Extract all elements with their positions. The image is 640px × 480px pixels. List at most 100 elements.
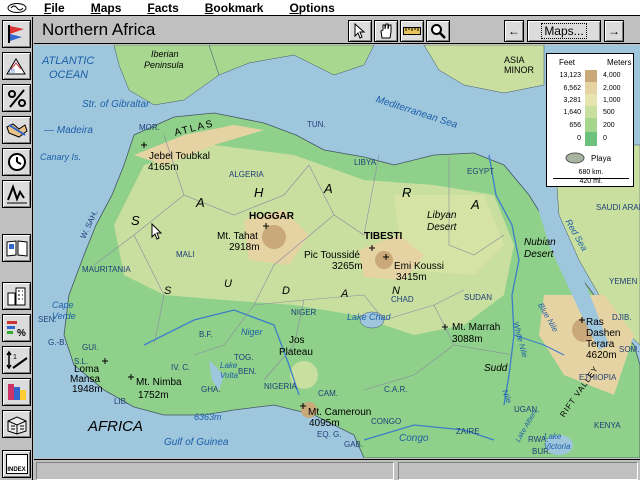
asia-label: ASIA (504, 55, 525, 65)
legend-feet-2: 3,281 (563, 97, 581, 104)
legend-feet-4: 656 (569, 122, 581, 129)
car-label: C.A.R. (384, 385, 408, 394)
libyan-label: Libyan (427, 210, 457, 221)
yemen-label: YEMEN (609, 277, 638, 286)
people-button[interactable] (2, 378, 31, 406)
signature-tool-button[interactable] (2, 180, 31, 208)
ras-height: 4620m (586, 350, 617, 361)
guinea-bissau-label: G.-B. (48, 338, 67, 347)
cameroun-height: 4095m (309, 418, 340, 429)
handshake-tool-icon (5, 123, 28, 138)
lake-victoria-label: Lake (544, 432, 562, 441)
loma-height: 1948m (72, 384, 103, 395)
menu-options[interactable]: Options (289, 1, 334, 15)
svg-text:1: 1 (13, 354, 17, 361)
map-canvas[interactable]: ATLANTIC OCEAN Iberian Peninsula Str. of… (34, 45, 640, 458)
elevation-color-scale (585, 70, 597, 146)
handshake-tool-button[interactable] (2, 116, 31, 144)
liberia-label: LIB. (114, 397, 129, 406)
ruler-tool-button[interactable] (400, 20, 424, 42)
cameroon-label: CAM. (318, 389, 338, 398)
gibraltar-label: Str. of Gibraltar (82, 99, 150, 110)
ghana-label: GHA. (201, 385, 221, 394)
clock-tool-icon (7, 153, 26, 171)
atlas-window: File Maps Facts Bookmark Options m % 1 I… (0, 0, 640, 480)
legend-playa-label: Playa (591, 154, 612, 163)
status-pane-main (36, 462, 394, 480)
gulf-of-guinea-label: Gulf of Guinea (164, 437, 229, 448)
peninsula-label: Peninsula (144, 60, 184, 70)
zaire-label: ZAIRE (456, 427, 480, 436)
benin-label: BEN. (238, 367, 257, 376)
system-menu-icon[interactable] (0, 0, 34, 16)
nimba-height: 1752m (138, 390, 169, 401)
maps-button[interactable]: Maps... (527, 20, 601, 42)
flag-tool-icon (7, 25, 24, 43)
tahat-height: 2918m (229, 242, 260, 253)
legend-meters-5: 0 (603, 135, 607, 142)
nubian-desert-label: Desert (524, 249, 554, 260)
elevation-tool-button[interactable]: m (2, 52, 31, 80)
flag-tool-button[interactable] (2, 20, 31, 48)
open-book-button[interactable] (2, 234, 31, 262)
distance-measure-button[interactable]: 1 (2, 346, 31, 374)
sudan-letter-u: U (224, 278, 234, 290)
sudd-label: Sudd (484, 363, 508, 374)
verde-label: Verde (52, 311, 76, 321)
iberian-label: Iberian (151, 49, 179, 59)
somalia-label: SOM. (619, 345, 640, 354)
hand-tool-button[interactable] (374, 20, 398, 42)
volta-label: Volta (220, 371, 238, 380)
index-button[interactable]: INDEX (2, 450, 31, 478)
data-cube-button[interactable] (2, 410, 31, 438)
menu-maps[interactable]: Maps (91, 1, 122, 15)
statistics-button[interactable]: % (2, 314, 31, 342)
libyan-desert-label: Desert (427, 222, 457, 233)
ocean-label: OCEAN (49, 69, 89, 81)
lake-volta-label: Lake (220, 361, 238, 370)
libya-label: LIBYA (354, 158, 377, 167)
minor-label: MINOR (504, 65, 534, 75)
percent-tool-button[interactable] (2, 84, 31, 112)
marrah-label: Mt. Marrah (452, 322, 501, 333)
next-map-button[interactable]: → (604, 20, 624, 42)
legend-meters-0: 4,000 (603, 72, 621, 79)
zoom-tool-button[interactable] (426, 20, 450, 42)
legend-feet-0: 13,123 (559, 72, 581, 79)
city-buildings-icon (7, 287, 25, 306)
mouse-cursor-icon (151, 223, 163, 240)
mali-label: MALI (176, 250, 195, 259)
clock-tool-button[interactable] (2, 148, 31, 176)
sudan-label: SUDAN (464, 293, 493, 302)
menu-bookmark[interactable]: Bookmark (205, 1, 264, 15)
sudan-letter-s: S (164, 285, 174, 297)
dashen-label: Dashen (586, 328, 621, 339)
index-icon: INDEX (5, 454, 28, 474)
legend-feet-1: 6,562 (563, 85, 581, 92)
madeira-label: — Madeira (44, 125, 93, 136)
arrow-right-icon: → (608, 24, 620, 38)
menu-facts[interactable]: Facts (147, 1, 178, 15)
tousside-label: Pic Toussidé (304, 250, 360, 261)
menu-file[interactable]: File (44, 1, 65, 15)
statistics-percent-icon: % (6, 321, 26, 339)
congo-country-label: CONGO (371, 417, 402, 426)
nimba-label: Mt. Nimba (136, 377, 182, 388)
sudan-letter-a: A (341, 288, 351, 300)
previous-map-button[interactable]: ← (504, 20, 524, 42)
svg-text:m: m (9, 68, 15, 75)
arrow-pointer-icon (354, 23, 366, 39)
burkina-label: B.F. (199, 330, 213, 339)
city-buildings-button[interactable] (2, 282, 31, 310)
menu-bar: File Maps Facts Bookmark Options (0, 0, 640, 16)
cape-label: Cape (52, 300, 74, 310)
jebel-toubkal-height: 4165m (148, 162, 179, 173)
gabon-label: GAB. (344, 440, 364, 449)
arrow-left-icon: ← (508, 24, 520, 38)
hand-icon (380, 23, 392, 39)
victoria-label: Victoria (544, 442, 571, 451)
svg-text:%: % (17, 328, 26, 339)
pointer-tool-button[interactable] (348, 20, 372, 42)
egypt-label: EGYPT (467, 167, 495, 176)
eq-guinea-label: EQ. G. (317, 430, 342, 439)
